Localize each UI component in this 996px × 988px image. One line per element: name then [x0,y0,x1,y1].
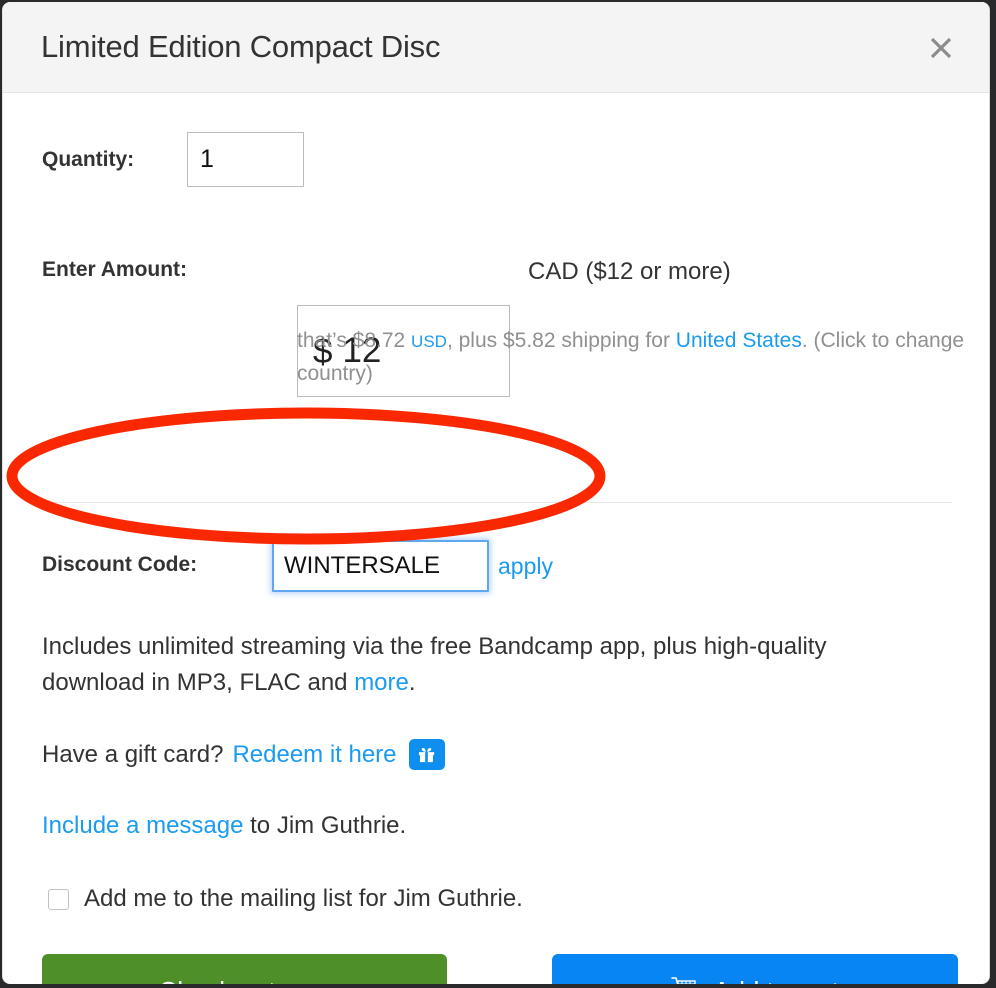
add-to-cart-label: Add to cart [713,976,839,984]
quantity-row: Quantity: [3,132,989,192]
quantity-input[interactable] [187,132,304,187]
redeem-giftcard-link[interactable]: Redeem it here [232,741,396,769]
modal-header: Limited Edition Compact Disc [3,2,989,93]
gift-icon[interactable] [408,739,445,770]
includes-text-before: Includes unlimited streaming via the fre… [42,633,827,696]
discount-code-label: Discount Code: [42,553,198,576]
quantity-label: Quantity: [42,148,135,171]
message-rest: to Jim Guthrie. [243,812,407,839]
country-link[interactable]: United States [676,329,802,352]
purchase-modal: Limited Edition Compact Disc Quantity: E… [2,2,990,984]
apply-discount-link[interactable]: apply [498,553,553,580]
includes-description: Includes unlimited streaming via the fre… [42,629,932,701]
note-middle: , plus $5.82 shipping for [446,329,676,352]
section-divider [42,502,952,503]
discount-code-input[interactable] [272,540,489,592]
annotation-ellipse [6,407,606,545]
shopping-cart-icon [671,976,699,984]
giftcard-question: Have a gift card? [42,740,224,768]
more-formats-link[interactable]: more [354,669,409,696]
note-prefix: that’s $8.72 [297,329,412,352]
include-message-link[interactable]: Include a message [42,812,243,839]
includes-text-after: . [408,669,416,696]
mailing-list-label: Add me to the mailing list for Jim Guthr… [84,885,523,912]
message-row: Include a message to Jim Guthrie. [42,812,406,840]
amount-conversion-note: that’s $8.72 USD, plus $5.82 shipping fo… [297,325,969,390]
amount-label: Enter Amount: [42,258,188,281]
giftcard-row: Have a gift card? Redeem it here [42,739,445,770]
discount-code-row: Discount Code: apply [3,540,989,592]
close-icon[interactable] [925,32,957,64]
mailing-list-checkbox[interactable] [48,888,69,910]
check-out-now-button[interactable]: Check out now [42,954,447,984]
mailing-list-row: Add me to the mailing list for Jim Guthr… [44,885,523,913]
usd-link[interactable]: USD [411,332,447,351]
page-title: Limited Edition Compact Disc [41,29,441,64]
amount-currency-note: CAD ($12 or more) [528,258,731,285]
add-to-cart-button[interactable]: Add to cart [552,954,958,984]
